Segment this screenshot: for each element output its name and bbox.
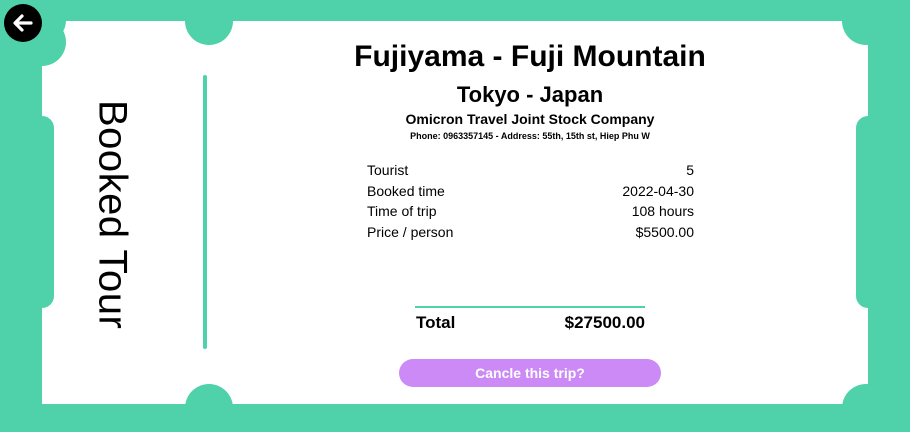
total-label: Total <box>416 313 456 332</box>
detail-label: Tourist <box>367 162 409 178</box>
detail-label: Booked time <box>367 182 445 199</box>
total-value: $27500.00 <box>564 313 645 332</box>
detail-label: Time of trip <box>367 203 437 220</box>
ticket-notch-top-right <box>842 0 890 45</box>
vertical-title-container: Booked Tour <box>82 80 142 350</box>
detail-value: 5 <box>686 162 694 178</box>
tour-name: Fujiyama - Fuji Mountain <box>354 40 706 73</box>
cancel-trip-button[interactable]: Cancle this trip? <box>399 359 661 387</box>
total-separator <box>415 306 645 308</box>
detail-label: Price / person <box>367 224 454 241</box>
ticket-divider <box>203 75 207 349</box>
detail-value: 2022-04-30 <box>622 182 694 199</box>
arrow-left-icon <box>13 14 33 32</box>
detail-value: $5500.00 <box>635 224 694 241</box>
detail-value: 108 hours <box>631 203 694 220</box>
back-button[interactable] <box>4 4 42 42</box>
ticket-cutout-left <box>30 116 54 308</box>
ticket-notch-bottom-left <box>185 384 233 432</box>
vertical-title: Booked Tour <box>90 100 135 330</box>
booking-details: Tourist 5 Booked time 2022-04-30 Time of… <box>367 160 694 243</box>
company-contact: Phone: 0963357145 - Address: 55th, 15th … <box>410 131 650 141</box>
ticket-cutout-right <box>856 116 880 308</box>
ticket-notch-bottom-right <box>842 384 890 432</box>
detail-row-booked-time: Booked time 2022-04-30 <box>367 181 694 202</box>
company-name: Omicron Travel Joint Stock Company <box>405 111 655 127</box>
detail-row-tourist: Tourist 5 <box>367 160 694 181</box>
detail-row-price-per-person: Price / person $5500.00 <box>367 222 694 243</box>
tour-location: Tokyo - Japan <box>456 82 604 107</box>
total-row: Total $27500.00 <box>416 313 645 333</box>
detail-row-time-of-trip: Time of trip 108 hours <box>367 201 694 222</box>
